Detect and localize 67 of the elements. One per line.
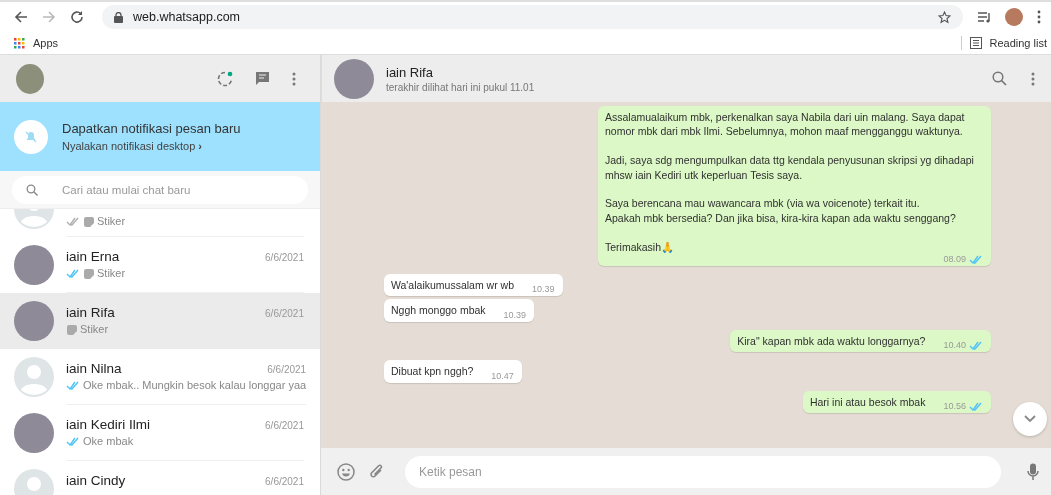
- default-avatar-icon: [14, 357, 54, 397]
- message-preview: Stiker: [80, 323, 109, 335]
- url-text: web.whatsapp.com: [133, 10, 240, 24]
- chat-time: 6/6/2021: [267, 364, 307, 375]
- message-preview: Stiker: [97, 267, 126, 279]
- notification-title: Dapatkan notifikasi pesan baru: [62, 121, 241, 136]
- chat-list-item[interactable]: iain Cindy 6/6/2021: [0, 461, 320, 495]
- menu-icon[interactable]: [1031, 71, 1035, 86]
- user-avatar[interactable]: [16, 63, 44, 94]
- message-text: Wa'alaikumussalam wr wb: [391, 278, 514, 293]
- address-bar[interactable]: web.whatsapp.com: [102, 5, 963, 29]
- chat-time: 6/6/2021: [265, 308, 304, 319]
- chat-time: 6/6/2021: [265, 476, 304, 487]
- contact-avatar[interactable]: [334, 58, 374, 99]
- search-icon: [26, 184, 38, 196]
- chat-list-item[interactable]: iain Kediri Ilmi 6/6/2021 Oke mbak: [0, 405, 320, 461]
- chat-time: 6/6/2021: [265, 252, 304, 263]
- chevron-down-icon: [1024, 415, 1036, 423]
- message-text: Kira" kapan mbk ada waktu longgarnya?: [737, 333, 926, 349]
- profile-avatar[interactable]: [1005, 8, 1023, 26]
- apps-grid-icon: [14, 37, 25, 49]
- message-text: Nggh monggo mbak: [391, 303, 486, 318]
- reading-list-button[interactable]: Reading list: [969, 37, 1047, 49]
- microphone-icon[interactable]: [1027, 462, 1039, 481]
- message-text: Dibuat kpn nggh?: [391, 364, 474, 379]
- contact-name: iain Nilna: [66, 361, 122, 376]
- message-preview: Oke mbak.. Mungkin besok kalau longgar yaa: [83, 379, 307, 391]
- message-time: 08.09: [943, 254, 966, 265]
- contact-name: iain Rifa: [386, 64, 434, 80]
- chat-list-item[interactable]: Stiker: [0, 209, 320, 237]
- bookmark-label: Apps: [33, 37, 59, 49]
- chat-list-item[interactable]: iain Rifa 6/6/2021 Stiker: [0, 293, 320, 349]
- message-text: Hari ini atau besok mbak: [809, 394, 926, 410]
- reload-icon[interactable]: [70, 10, 84, 24]
- message-input[interactable]: Ketik pesan: [405, 455, 1001, 488]
- media-icon[interactable]: [977, 11, 991, 23]
- more-icon[interactable]: [1037, 10, 1041, 24]
- bookmark-link[interactable]: Apps: [14, 37, 59, 49]
- message-text: Assalamualaikum mbk, perkenalkan saya Nabila dari uin malang. Saya dapat nomor mbk dari mbk Ilmi. Sebelumnya, mohon maaf mengganggu waktunya. Jadi, saya sdg mengumpulkan data ttg kendala penyusunan skripsi yg dihadapi mhsw iain Kediri utk keperluan Tesis saya. Saya berencana mau wawancara mbk (via wa voicenote) terkait itu. Apakah mbk bersedia? Dan jika bisa, kira-kira kapan ada waktu senggang? Terimakasih🙏: [605, 110, 975, 255]
- scroll-down-button[interactable]: [1013, 402, 1047, 436]
- message-preview: Stiker: [97, 215, 126, 227]
- star-icon[interactable]: [938, 10, 951, 24]
- message-time: 10.47: [491, 370, 514, 381]
- chat-time: 6/6/2021: [265, 420, 304, 431]
- contact-name: iain Kediri Ilmi: [66, 417, 151, 432]
- bell-off-icon: [25, 130, 37, 143]
- menu-icon[interactable]: [292, 71, 296, 86]
- message-preview: Oke mbak: [83, 435, 134, 447]
- back-icon[interactable]: [14, 10, 28, 24]
- emoji-icon[interactable]: [337, 462, 355, 481]
- chat-icon[interactable]: [255, 71, 270, 86]
- list-icon: [969, 37, 982, 49]
- search-icon[interactable]: [992, 71, 1007, 86]
- message-time: 10.40: [943, 340, 966, 351]
- message-time: 10.56: [943, 401, 966, 412]
- last-seen-text: terakhir dilihat hari ini pukul 11.01: [386, 81, 535, 93]
- contact-name: iain Rifa: [66, 305, 115, 320]
- status-icon[interactable]: [217, 70, 233, 87]
- search-field[interactable]: Cari atau mulai chat baru: [12, 176, 308, 204]
- lock-icon: [114, 11, 123, 23]
- reading-list-label: Reading list: [989, 37, 1047, 49]
- message-time: 10.39: [532, 284, 555, 295]
- chat-list-item[interactable]: iain Nilna 6/6/2021 Oke mbak.. Mungkin besok kalau longgar yaa: [0, 349, 320, 405]
- contact-name: iain Cindy: [66, 473, 126, 488]
- contact-name: iain Erna: [66, 249, 120, 264]
- message-time: 10.39: [503, 309, 527, 320]
- notification-link[interactable]: Nyalakan notifikasi desktop ›: [62, 140, 241, 152]
